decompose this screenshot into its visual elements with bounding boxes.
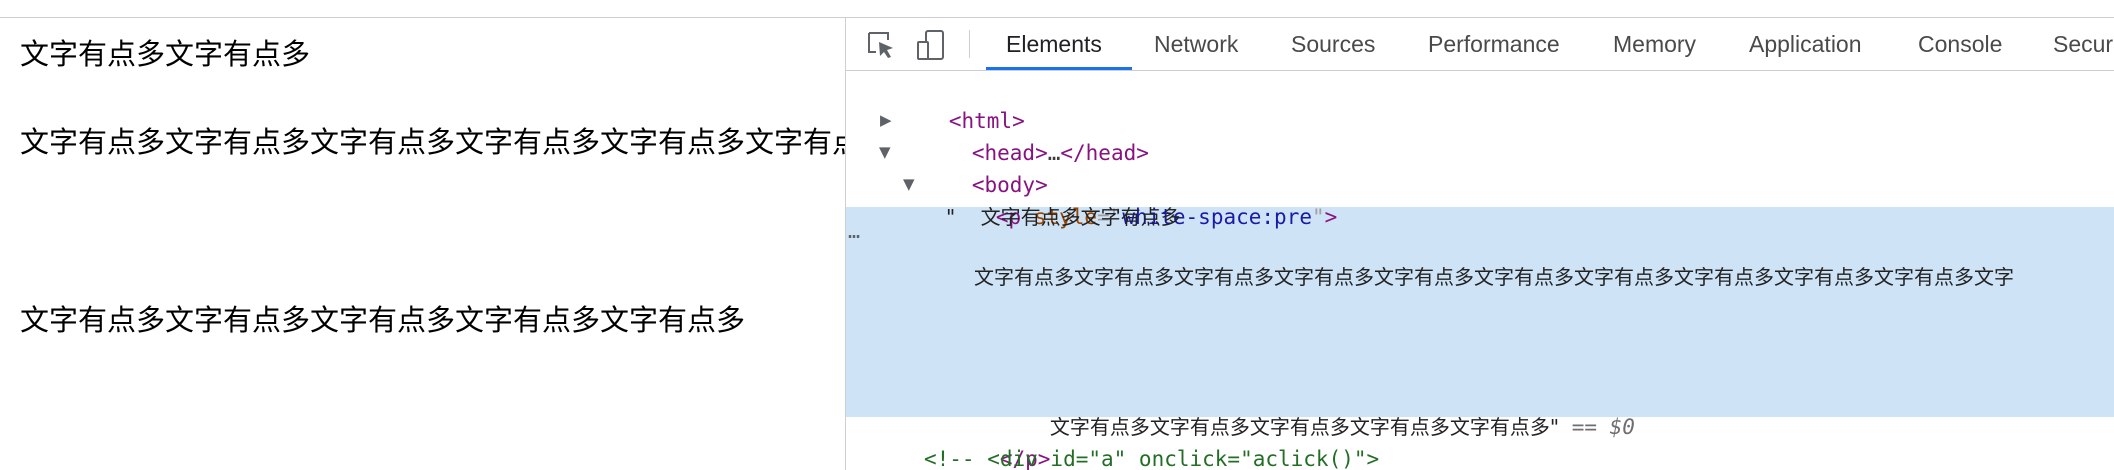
page-text-line-2: 文字有点多文字有点多文字有点多文字有点多文字有点多文字有点多文字有点多文字有点多… [20, 125, 845, 159]
text-node-line-3: 文字有点多文字有点多文字有点多文字有点多文字有点多" [1049, 415, 1560, 439]
page-viewport: 文字有点多文字有点多 文字有点多文字有点多文字有点多文字有点多文字有点多文字有点… [0, 18, 845, 470]
toolbar-separator [969, 30, 970, 58]
head-ellipsis[interactable]: … [1048, 141, 1061, 165]
expand-head-triangle-icon[interactable]: ▶ [880, 111, 892, 129]
dom-tree: … <html> ▶ <head>…</head> ▼ <body> ▼ <p … [846, 71, 2114, 470]
text-node-line-1[interactable]: " 文字有点多文字有点多 [946, 201, 1181, 233]
devtools-panel: Elements Network Sources Performance Mem… [845, 18, 2114, 470]
head-close-tag: </head> [1060, 141, 1149, 165]
browser-top-border [0, 0, 2114, 18]
dom-node-html[interactable]: <html> [873, 73, 1025, 133]
text-node-line-2[interactable]: 文字有点多文字有点多文字有点多文字有点多文字有点多文字有点多文字有点多文字有点多… [974, 261, 2014, 293]
dom-node-body[interactable]: <body> [896, 137, 1048, 197]
p-open-tag-end: > [1324, 205, 1338, 229]
selected-var: $0 [1609, 415, 1635, 439]
tab-application[interactable]: Application [1749, 18, 1862, 70]
dom-node-head[interactable]: <head>…</head> [896, 105, 1149, 165]
page-text-line-3: 文字有点多文字有点多文字有点多文字有点多文字有点多 [20, 303, 746, 337]
dom-node-p[interactable]: <p style="white-space:pre"> [920, 169, 1337, 229]
text-node-line-3-row[interactable]: 文字有点多文字有点多文字有点多文字有点多文字有点多" == $0 [974, 379, 1635, 439]
tab-performance[interactable]: Performance [1428, 18, 1560, 70]
dom-comment-node[interactable]: <!-- <div id="a" onclick="aclick()"> [924, 443, 1379, 470]
tab-network[interactable]: Network [1154, 18, 1238, 70]
more-options-icon[interactable]: … [848, 219, 861, 243]
tab-security[interactable]: Secur [2053, 18, 2113, 70]
device-toolbar-icon[interactable] [914, 28, 948, 62]
selected-marker: == [1559, 415, 1610, 439]
inspect-element-icon[interactable] [864, 28, 898, 62]
tab-console[interactable]: Console [1918, 18, 2002, 70]
collapse-body-triangle-icon[interactable]: ▼ [879, 143, 891, 161]
tab-sources[interactable]: Sources [1291, 18, 1375, 70]
tab-memory[interactable]: Memory [1613, 18, 1696, 70]
devtools-toolbar: Elements Network Sources Performance Mem… [846, 18, 2114, 71]
collapse-p-triangle-icon[interactable]: ▼ [903, 175, 915, 193]
page-text-line-1: 文字有点多文字有点多 [20, 37, 311, 71]
tab-elements[interactable]: Elements [1006, 18, 1102, 70]
dom-node-p-close[interactable]: </p> [924, 411, 1051, 470]
active-tab-indicator [986, 67, 1132, 70]
